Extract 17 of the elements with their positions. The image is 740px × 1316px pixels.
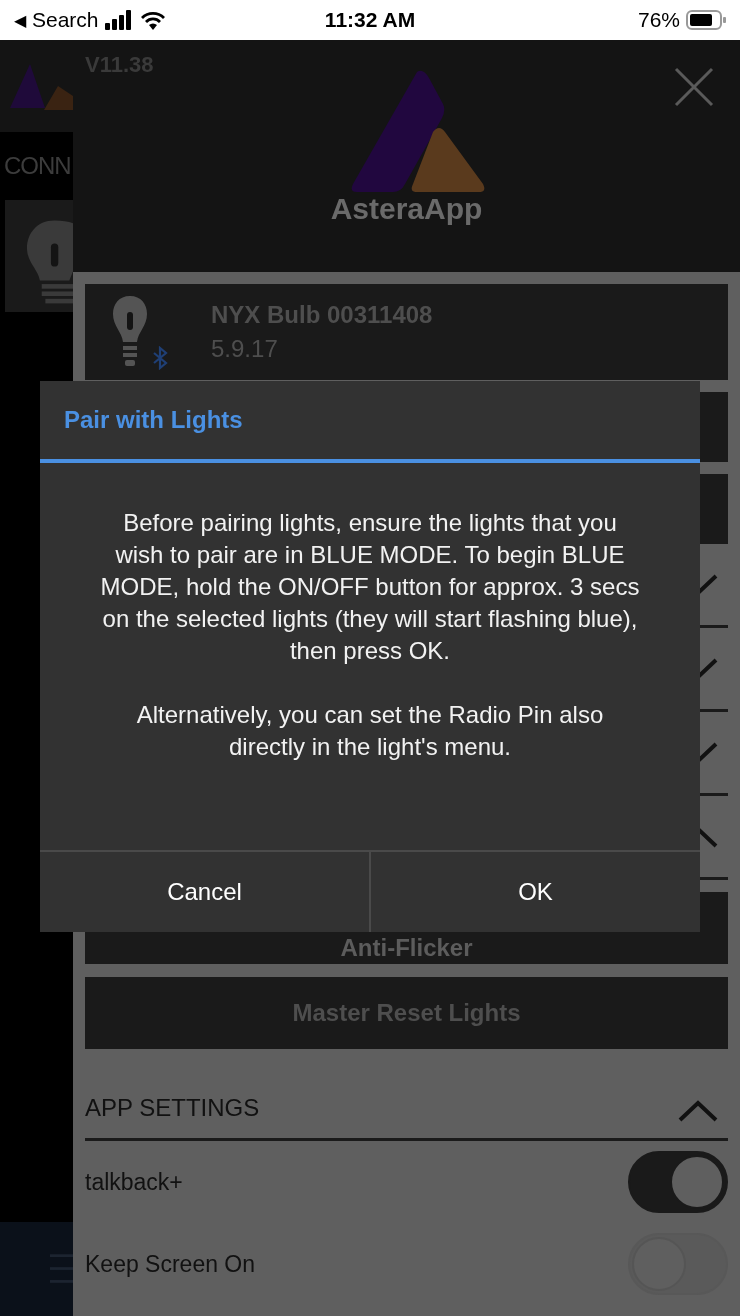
- section-heading: CONN: [4, 152, 72, 180]
- signal-icon: [104, 10, 133, 30]
- section-heading: APP SETTINGS: [85, 1094, 260, 1122]
- device-card[interactable]: [5, 200, 73, 312]
- clock-time: 11:32 AM: [324, 8, 416, 32]
- back-link[interactable]: Search: [32, 8, 99, 32]
- setting-label: talkback+: [85, 1168, 183, 1196]
- battery-percent: 76%: [637, 8, 680, 32]
- dialog-message: Alternatively, you can set the Radio Pin also directly in the light's menu.: [135, 700, 605, 762]
- dialog-message: Before pairing lights, ensure the lights that you wish to pair are in BLUE MODE. To begin BLUE MODE, hold the ON/OFF button for approx. 3 secs on the selected lights (they will start flashing blue), then press OK.: [99, 508, 641, 666]
- setting-label: Keep Screen On: [85, 1250, 256, 1278]
- chevron-up-icon[interactable]: [678, 1100, 718, 1122]
- back-arrow[interactable]: ◀: [14, 10, 26, 30]
- app-logo-text: AsteraApp: [330, 192, 483, 226]
- dialog-title: Pair with Lights: [40, 381, 700, 463]
- battery-icon: [686, 10, 726, 30]
- close-icon[interactable]: [674, 67, 714, 107]
